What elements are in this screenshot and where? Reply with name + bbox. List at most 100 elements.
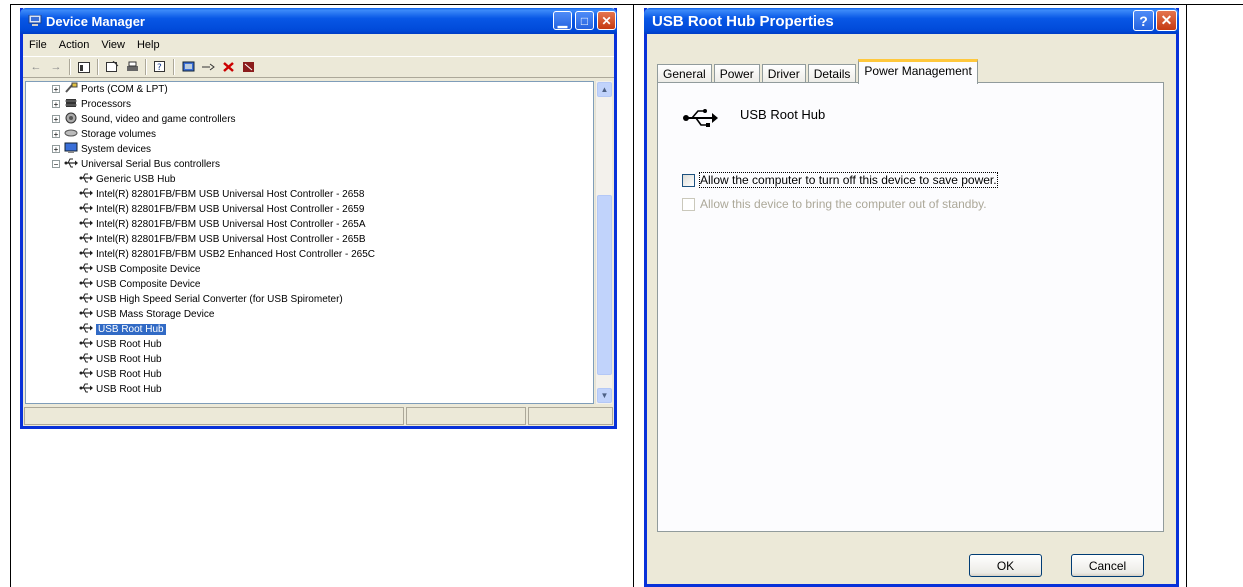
tree-item[interactable]: USB Root Hub xyxy=(79,352,162,367)
tree-item[interactable]: + Processors xyxy=(52,97,131,112)
expand-icon[interactable]: + xyxy=(52,145,60,154)
tree-item-label[interactable]: USB Root Hub xyxy=(96,369,162,380)
allow-wake-option: Allow this device to bring the computer … xyxy=(682,197,987,211)
allow-turn-off-label[interactable]: Allow the computer to turn off this devi… xyxy=(699,172,998,188)
expand-icon[interactable]: + xyxy=(52,100,60,109)
toolbar-separator xyxy=(145,59,147,75)
device-manager-titlebar[interactable]: Device Manager ▁ □ ✕ xyxy=(20,8,617,34)
tree-item-label[interactable]: USB Root Hub xyxy=(96,354,162,365)
tree-item[interactable]: USB Root Hub xyxy=(79,337,162,352)
usb-icon xyxy=(79,277,96,292)
usb-icon xyxy=(79,217,96,232)
tree-item-label[interactable]: Intel(R) 82801FB/FBM USB Universal Host … xyxy=(96,219,366,230)
tree-item[interactable]: USB Root Hub xyxy=(79,382,162,397)
menu-file[interactable]: File xyxy=(29,39,47,51)
expand-icon[interactable]: + xyxy=(52,115,60,124)
menu-action[interactable]: Action xyxy=(59,39,90,51)
tree-item[interactable]: Intel(R) 82801FB/FBM USB Universal Host … xyxy=(79,232,366,247)
tree-item[interactable]: Intel(R) 82801FB/FBM USB Universal Host … xyxy=(79,217,366,232)
tab-general[interactable]: General xyxy=(657,64,712,83)
expand-icon[interactable]: + xyxy=(52,85,60,94)
menu-bar: File Action View Help xyxy=(23,36,614,54)
tree-item[interactable]: Intel(R) 82801FB/FBM USB2 Enhanced Host … xyxy=(79,247,375,262)
tree-item[interactable]: Intel(R) 82801FB/FBM USB Universal Host … xyxy=(79,202,364,217)
scroll-up-button[interactable]: ▲ xyxy=(597,82,612,97)
tree-item[interactable]: USB Composite Device xyxy=(79,277,200,292)
close-button[interactable]: ✕ xyxy=(597,11,616,30)
tree-item-label[interactable]: Intel(R) 82801FB/FBM USB2 Enhanced Host … xyxy=(96,249,375,260)
tree-item-label[interactable]: Ports (COM & LPT) xyxy=(81,84,168,95)
menu-help[interactable]: Help xyxy=(137,39,160,51)
cancel-button[interactable]: Cancel xyxy=(1071,554,1144,577)
tree-item-label[interactable]: System devices xyxy=(81,144,151,155)
tree-item-label[interactable]: USB High Speed Serial Converter (for USB… xyxy=(96,294,343,305)
vertical-scrollbar[interactable]: ▲ ▼ xyxy=(595,81,612,404)
tab-power-management[interactable]: Power Management xyxy=(858,59,978,84)
scroll-thumb[interactable] xyxy=(597,195,612,375)
tree-item-label[interactable]: USB Root Hub xyxy=(96,384,162,395)
ok-button[interactable]: OK xyxy=(969,554,1042,577)
tree-item[interactable]: Intel(R) 82801FB/FBM USB Universal Host … xyxy=(79,187,364,202)
menu-view[interactable]: View xyxy=(101,39,125,51)
tab-driver[interactable]: Driver xyxy=(761,64,806,83)
collapse-icon[interactable]: − xyxy=(52,160,60,169)
usb-icon xyxy=(79,232,96,247)
usb-icon xyxy=(79,292,96,307)
expand-icon[interactable]: + xyxy=(52,130,60,139)
help-button[interactable]: ? xyxy=(1133,10,1154,31)
svg-text:?: ? xyxy=(157,63,162,73)
tree-item[interactable]: USB Mass Storage Device xyxy=(79,307,214,322)
tree-item-label[interactable]: Intel(R) 82801FB/FBM USB Universal Host … xyxy=(96,189,364,200)
tree-item[interactable]: Generic USB Hub xyxy=(79,172,175,187)
system-icon xyxy=(64,142,81,157)
tree-item-label[interactable]: USB Root Hub xyxy=(95,323,167,336)
tree-item[interactable]: + Storage volumes xyxy=(52,127,156,142)
allow-turn-off-option[interactable]: Allow the computer to turn off this devi… xyxy=(682,172,998,188)
tree-item[interactable]: USB Root Hub xyxy=(79,367,162,382)
tree-item-label[interactable]: USB Composite Device xyxy=(96,279,200,290)
tree-item-label[interactable]: USB Composite Device xyxy=(96,264,200,275)
maximize-button[interactable]: □ xyxy=(575,11,594,30)
tree-item[interactable]: USB Composite Device xyxy=(79,262,200,277)
back-arrow-icon[interactable]: ← xyxy=(29,60,43,74)
usb-icon xyxy=(79,202,96,217)
properties-icon[interactable] xyxy=(105,60,119,74)
scan-hardware-icon[interactable] xyxy=(181,60,195,74)
tree-item[interactable]: + Ports (COM & LPT) xyxy=(52,82,168,97)
tree-item-label[interactable]: USB Root Hub xyxy=(96,339,162,350)
print-icon[interactable] xyxy=(125,60,139,74)
tree-item-label[interactable]: Storage volumes xyxy=(81,129,156,140)
minimize-button[interactable]: ▁ xyxy=(553,11,572,30)
tree-item[interactable]: − Universal Serial Bus controllers xyxy=(52,157,220,172)
disable-icon[interactable] xyxy=(241,60,255,74)
update-driver-icon[interactable] xyxy=(201,60,215,74)
tree-item[interactable]: USB High Speed Serial Converter (for USB… xyxy=(79,292,343,307)
device-tree[interactable]: + Ports (COM & LPT) + Processors + Sound, vid… xyxy=(25,81,594,404)
usb-root-hub-properties-dialog: USB Root Hub Properties ? ✕ General Power… xyxy=(644,8,1179,587)
tree-item-label[interactable]: Sound, video and game controllers xyxy=(81,114,236,125)
status-bar xyxy=(23,406,614,426)
show-hide-console-tree-icon[interactable] xyxy=(77,60,91,74)
processor-icon xyxy=(64,97,81,112)
tree-item-label[interactable]: Intel(R) 82801FB/FBM USB Universal Host … xyxy=(96,204,364,215)
tab-details[interactable]: Details xyxy=(807,64,857,83)
tree-item[interactable]: USB Root Hub xyxy=(79,322,167,337)
toolbar: ← → ? xyxy=(23,56,614,78)
properties-titlebar[interactable]: USB Root Hub Properties ? ✕ xyxy=(644,8,1179,34)
tab-power[interactable]: Power xyxy=(713,64,760,83)
help-icon[interactable]: ? xyxy=(153,60,167,74)
tree-item-label[interactable]: Intel(R) 82801FB/FBM USB Universal Host … xyxy=(96,234,366,245)
tree-item-label[interactable]: Processors xyxy=(81,99,131,110)
tree-item-label[interactable]: Generic USB Hub xyxy=(96,174,175,185)
scroll-down-button[interactable]: ▼ xyxy=(597,388,612,403)
uninstall-icon[interactable] xyxy=(221,60,235,74)
status-cell xyxy=(406,407,526,425)
allow-wake-checkbox xyxy=(682,197,695,211)
tree-item-label[interactable]: Universal Serial Bus controllers xyxy=(81,159,220,170)
tree-item[interactable]: + Sound, video and game controllers xyxy=(52,112,236,127)
close-button[interactable]: ✕ xyxy=(1156,10,1177,31)
forward-arrow-icon[interactable]: → xyxy=(49,60,63,74)
allow-turn-off-checkbox[interactable] xyxy=(682,173,695,187)
tree-item-label[interactable]: USB Mass Storage Device xyxy=(96,309,214,320)
tree-item[interactable]: + System devices xyxy=(52,142,151,157)
